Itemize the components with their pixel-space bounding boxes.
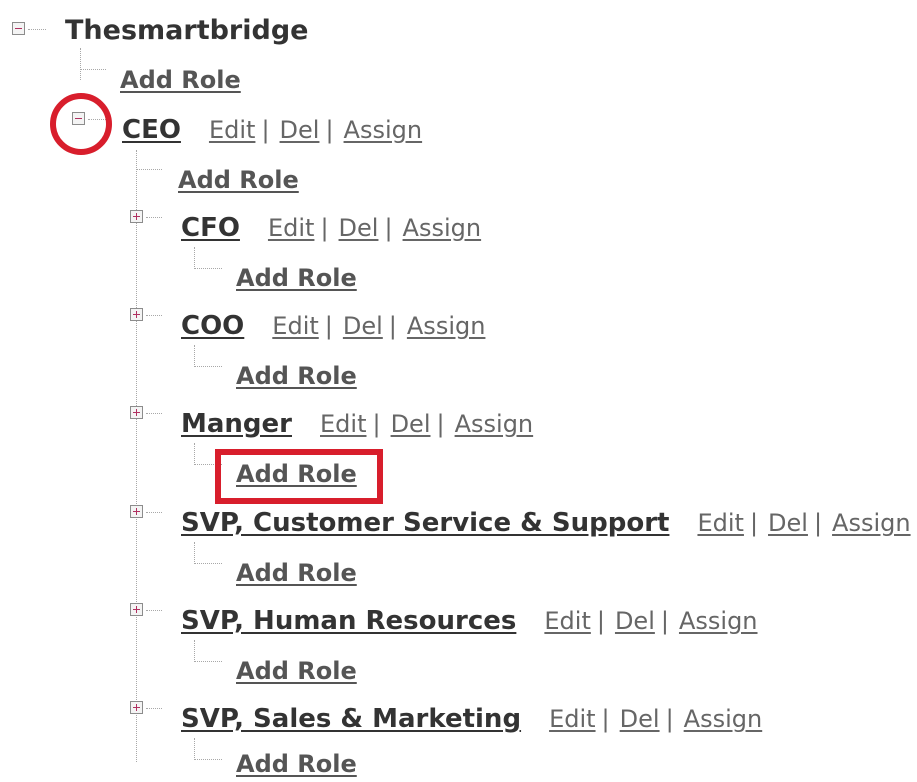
role-actions: Edit | Del | Assign: [272, 312, 486, 340]
tree-connector: [146, 512, 162, 513]
collapse-icon[interactable]: [12, 22, 25, 35]
assign-link[interactable]: Assign: [679, 607, 758, 635]
edit-link[interactable]: Edit: [268, 214, 314, 242]
tree-connector: [194, 247, 195, 269]
tree-add-role-row: Add Role: [236, 260, 357, 296]
tree-add-role-row: Add Role: [236, 746, 357, 782]
tree-connector: [194, 542, 195, 564]
tree-add-role-row: Add Role: [178, 162, 299, 198]
assign-link[interactable]: Assign: [407, 312, 486, 340]
highlight-rectangle: [215, 449, 383, 504]
tree-add-role-row: Add Role: [120, 62, 241, 98]
delete-link[interactable]: Del: [620, 705, 660, 733]
edit-link[interactable]: Edit: [697, 509, 743, 537]
add-role-link[interactable]: Add Role: [236, 362, 357, 390]
edit-link[interactable]: Edit: [544, 607, 590, 635]
tree-connector: [194, 443, 195, 465]
tree-connector: [194, 640, 195, 662]
tree-node-coo: COO Edit | Del | Assign: [181, 308, 485, 344]
tree-connector: [194, 268, 222, 269]
add-role-link[interactable]: Add Role: [178, 166, 299, 194]
tree-node-manger: Manger Edit | Del | Assign: [181, 406, 533, 442]
root-node-label: Thesmartbridge: [65, 14, 309, 46]
tree-add-role-row: Add Role: [236, 555, 357, 591]
delete-link[interactable]: Del: [768, 509, 808, 537]
expand-icon[interactable]: [130, 406, 143, 419]
tree-connector: [136, 150, 137, 762]
delete-link[interactable]: Del: [343, 312, 383, 340]
delete-link[interactable]: Del: [339, 214, 379, 242]
add-role-link[interactable]: Add Role: [236, 750, 357, 778]
add-role-link[interactable]: Add Role: [236, 559, 357, 587]
tree-connector: [146, 413, 162, 414]
tree-connector: [136, 169, 162, 170]
tree-connector: [146, 610, 162, 611]
assign-link[interactable]: Assign: [832, 509, 911, 537]
edit-link[interactable]: Edit: [209, 116, 255, 144]
delete-link[interactable]: Del: [615, 607, 655, 635]
edit-link[interactable]: Edit: [272, 312, 318, 340]
edit-link[interactable]: Edit: [549, 705, 595, 733]
role-name-link[interactable]: COO: [181, 311, 244, 341]
tree-node-svp-sales-marketing: SVP, Sales & Marketing Edit | Del | Assign: [181, 701, 762, 737]
tree-connector: [146, 217, 162, 218]
tree-add-role-row: Add Role: [236, 653, 357, 689]
expand-icon[interactable]: [130, 603, 143, 616]
add-role-link[interactable]: Add Role: [120, 66, 241, 94]
delete-link[interactable]: Del: [280, 116, 320, 144]
tree-root-node: Thesmartbridge: [65, 12, 308, 48]
expand-icon[interactable]: [130, 308, 143, 321]
role-actions: Edit | Del | Assign: [544, 607, 758, 635]
tree-node-ceo: CEO Edit | Del | Assign: [122, 112, 422, 148]
role-actions: Edit | Del | Assign: [697, 509, 911, 537]
role-name-link[interactable]: Manger: [181, 409, 292, 439]
add-role-link[interactable]: Add Role: [236, 657, 357, 685]
tree-connector: [194, 759, 222, 760]
role-name-link[interactable]: CFO: [181, 213, 240, 243]
role-actions: Edit | Del | Assign: [208, 116, 423, 144]
tree-add-role-row: Add Role: [236, 358, 357, 394]
highlight-circle: [50, 93, 112, 155]
tree-connector: [194, 563, 222, 564]
tree-node-svp-customer-service: SVP, Customer Service & Support Edit | Del…: [181, 505, 911, 541]
role-actions: Edit | Del | Assign: [549, 705, 763, 733]
tree-node-cfo: CFO Edit | Del | Assign: [181, 210, 481, 246]
tree-connector: [194, 366, 222, 367]
assign-link[interactable]: Assign: [684, 705, 763, 733]
assign-link[interactable]: Assign: [344, 116, 423, 144]
expand-icon[interactable]: [130, 210, 143, 223]
tree-connector: [146, 315, 162, 316]
delete-link[interactable]: Del: [391, 410, 431, 438]
role-name-link[interactable]: CEO: [122, 115, 181, 145]
tree-connector: [194, 345, 195, 367]
tree-connector: [194, 661, 222, 662]
assign-link[interactable]: Assign: [455, 410, 534, 438]
edit-link[interactable]: Edit: [320, 410, 366, 438]
role-name-link[interactable]: SVP, Human Resources: [181, 606, 516, 636]
role-name-link[interactable]: SVP, Sales & Marketing: [181, 704, 521, 734]
assign-link[interactable]: Assign: [403, 214, 482, 242]
tree-connector: [146, 708, 162, 709]
add-role-link[interactable]: Add Role: [236, 264, 357, 292]
role-hierarchy-tree: Thesmartbridge Add Role CEO Edit | Del | Ass…: [0, 0, 917, 782]
expand-icon[interactable]: [130, 701, 143, 714]
role-name-link[interactable]: SVP, Customer Service & Support: [181, 508, 669, 538]
tree-connector: [80, 69, 106, 70]
tree-node-svp-human-resources: SVP, Human Resources Edit | Del | Assign: [181, 603, 758, 639]
tree-connector: [28, 29, 46, 30]
tree-connector: [194, 738, 195, 760]
tree-connector: [80, 48, 81, 80]
role-actions: Edit | Del | Assign: [320, 410, 534, 438]
expand-icon[interactable]: [130, 505, 143, 518]
role-actions: Edit | Del | Assign: [267, 214, 482, 242]
